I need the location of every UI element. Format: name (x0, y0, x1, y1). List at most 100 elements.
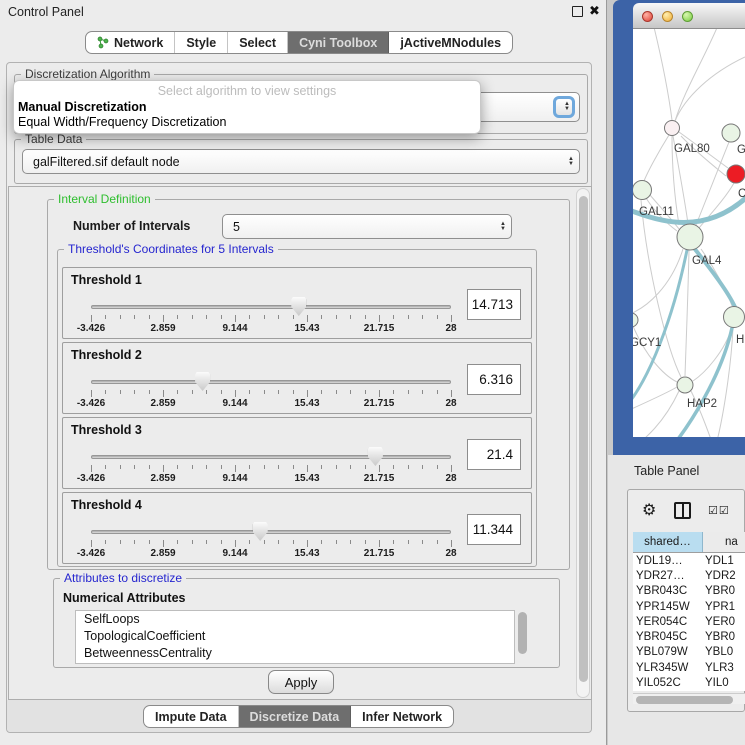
tick-mark (134, 315, 135, 319)
table-row[interactable]: YER054CYER0 (633, 614, 745, 629)
tick-mark (336, 390, 337, 394)
algorithm-combo-stepper[interactable] (553, 96, 575, 118)
column-header-name[interactable]: na (703, 532, 745, 552)
horizontal-scrollbar[interactable] (633, 693, 745, 704)
tick-label: 9.144 (222, 548, 247, 559)
minimize-traffic-light-icon[interactable] (662, 11, 673, 22)
dropdown-option-equal-width-frequency[interactable]: Equal Width/Frequency Discretization (18, 115, 226, 129)
tick-mark (278, 390, 279, 394)
tick-mark (293, 390, 294, 394)
close-icon[interactable]: ✖ (589, 3, 600, 19)
network-node[interactable] (727, 165, 745, 183)
tab-cyni-toolbox[interactable]: Cyni Toolbox (288, 32, 389, 53)
network-node-label: GAL11 (639, 206, 674, 218)
table-row[interactable]: YIL052CYIL0 (633, 675, 745, 690)
network-node[interactable] (633, 313, 638, 327)
table-row[interactable]: YLR345WYLR3 (633, 660, 745, 675)
network-node[interactable] (633, 181, 652, 200)
network-node[interactable] (722, 124, 740, 142)
table-row[interactable]: YDL19…YDL1 (633, 553, 745, 568)
attribute-item[interactable]: TopologicalCoefficient (76, 628, 514, 645)
tick-mark (264, 465, 265, 469)
table-row[interactable]: YBR045CYBR0 (633, 629, 745, 644)
network-node[interactable] (665, 121, 680, 136)
tick-mark (206, 315, 207, 319)
network-window-titlebar[interactable] (633, 3, 745, 29)
close-traffic-light-icon[interactable] (642, 11, 653, 22)
network-node[interactable] (677, 224, 703, 250)
network-node[interactable] (724, 307, 745, 328)
slider-track[interactable] (91, 380, 451, 384)
table-data-combo[interactable]: galFiltered.sif default node (22, 149, 580, 174)
float-window-icon[interactable] (572, 6, 583, 17)
slider-track[interactable] (91, 305, 451, 309)
select-columns-checkboxes-icon[interactable]: ☑☑ (708, 504, 730, 517)
scrollbar-thumb[interactable] (636, 696, 733, 704)
table-row[interactable]: YBR043CYBR0 (633, 584, 745, 599)
table-row[interactable]: YDR27…YDR2 (633, 568, 745, 583)
table-cell: YER0 (703, 616, 745, 628)
apply-button[interactable]: Apply (268, 670, 334, 694)
scrollbar-thumb[interactable] (579, 196, 588, 682)
tick-mark (293, 315, 294, 319)
slider-thumb[interactable] (368, 447, 383, 466)
tick-label: -3.426 (77, 473, 105, 484)
network-canvas[interactable]: GAL80GACGAL11GAL4GCY1HHAP2 (633, 29, 745, 437)
threshold-value-field[interactable]: 21.4 (467, 439, 521, 470)
tick-mark (408, 540, 409, 544)
screenshot-root: Control Panel ✖ Network Style Se (0, 0, 745, 745)
threshold-value-field[interactable]: 11.344 (467, 514, 521, 545)
tick-mark (149, 465, 150, 469)
tab-discretize-data[interactable]: Discretize Data (239, 706, 352, 727)
threshold-value-field[interactable]: 14.713 (467, 289, 521, 320)
cyni-mode-tabs: Impute Data Discretize Data Infer Networ… (143, 705, 454, 728)
network-view-window[interactable]: GAL80GACGAL11GAL4GCY1HHAP2 (613, 0, 745, 455)
dropdown-option-manual-discretization[interactable]: Manual Discretization (18, 100, 147, 114)
tick-mark (379, 315, 380, 322)
tick-label: 9.144 (222, 473, 247, 484)
threshold-value-field[interactable]: 6.316 (467, 364, 521, 395)
tick-mark (249, 465, 250, 469)
slider-track[interactable] (91, 455, 451, 459)
num-intervals-value: 5 (233, 220, 240, 234)
attributes-scrollbar-thumb[interactable] (518, 612, 527, 654)
group-title: Discretization Algorithm (21, 67, 154, 81)
numerical-attributes-list[interactable]: SelfLoopsTopologicalCoefficientBetweenne… (75, 610, 515, 664)
attribute-item[interactable]: BetweennessCentrality (76, 645, 514, 662)
vertical-scrollbar[interactable] (576, 188, 590, 698)
tab-network[interactable]: Network (86, 32, 175, 53)
table-cell: YDR27… (633, 570, 703, 582)
tab-style[interactable]: Style (175, 32, 228, 53)
network-node[interactable] (677, 377, 693, 393)
algorithm-dropdown-popup: Select algorithm to view settings Manual… (13, 80, 481, 134)
tick-mark (379, 465, 380, 472)
control-panel-titlebar: Control Panel ✖ (0, 0, 606, 24)
table-row[interactable]: YBL079WYBL0 (633, 645, 745, 660)
tick-mark (163, 540, 164, 547)
split-columns-icon[interactable] (674, 502, 691, 519)
table-row[interactable]: YPR145WYPR1 (633, 599, 745, 614)
slider-thumb[interactable] (253, 522, 268, 541)
tick-mark (177, 540, 178, 544)
zoom-traffic-light-icon[interactable] (682, 11, 693, 22)
network-node-label: H (736, 334, 744, 346)
num-intervals-label: Number of Intervals (73, 219, 190, 233)
tab-select[interactable]: Select (228, 32, 288, 53)
table-cell: YPR1 (703, 601, 745, 613)
tab-jactivemnodules[interactable]: jActiveMNodules (389, 32, 512, 53)
gear-icon[interactable]: ⚙ (642, 500, 656, 520)
tick-mark (249, 315, 250, 319)
column-header-shared-name[interactable]: shared… (633, 532, 703, 552)
num-intervals-combo[interactable]: 5 (222, 214, 512, 239)
tick-mark (393, 540, 394, 544)
tick-mark (235, 315, 236, 322)
slider-thumb[interactable] (195, 372, 210, 391)
slider-thumb[interactable] (291, 297, 306, 316)
tick-mark (293, 540, 294, 544)
tab-impute-data[interactable]: Impute Data (144, 706, 239, 727)
threshold-block: Threshold 2 -3.4262.8599.14415.4321.7152… (62, 342, 532, 414)
attribute-item[interactable]: SelfLoops (76, 611, 514, 628)
slider-track[interactable] (91, 530, 451, 534)
tick-mark (393, 315, 394, 319)
tab-infer-network[interactable]: Infer Network (351, 706, 453, 727)
